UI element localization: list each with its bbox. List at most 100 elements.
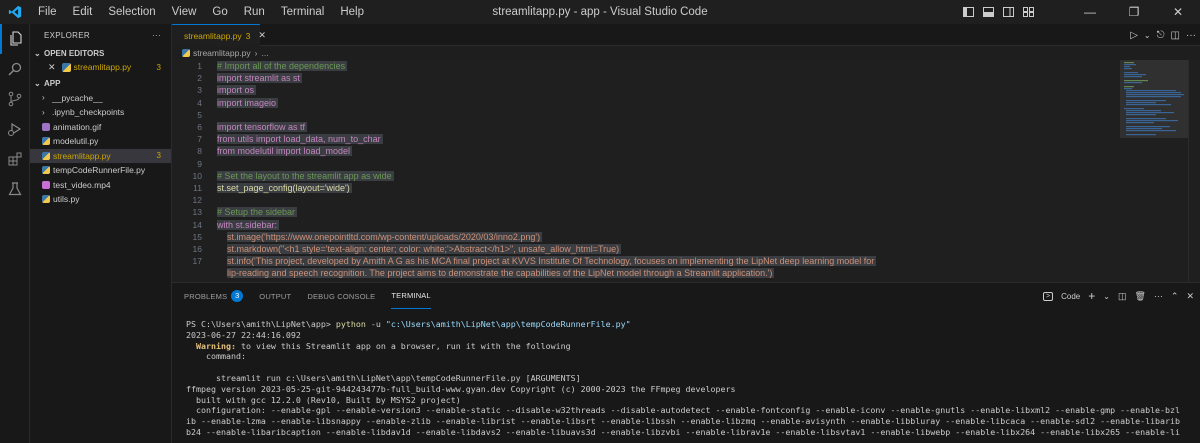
chevron-down-icon: ⌄ (34, 48, 41, 58)
tree-item-label: __pycache__ (52, 92, 103, 103)
python-file-icon (42, 151, 50, 160)
run-dropdown-icon[interactable]: ⌄ (1144, 31, 1151, 40)
minimap[interactable] (1120, 60, 1188, 282)
chevron-right-icon: › (42, 93, 45, 103)
kill-terminal-icon[interactable]: 🗑 (1134, 291, 1145, 302)
editor-tab-bar: streamlitapp.py 3 ✕ ▷ ⌄ ⎋ ◫ ··· (172, 24, 1200, 46)
menu-selection[interactable]: Selection (100, 0, 163, 24)
terminal-dropdown-icon[interactable]: ⌄ (1103, 292, 1110, 301)
tab-problems-count: 3 (245, 30, 251, 41)
toggle-primary-sidebar-icon[interactable] (958, 0, 978, 24)
code-line: 8 from modelutil import load_model (197, 146, 353, 157)
tree-item-label: modelutil.py (53, 136, 99, 147)
open-editors-section[interactable]: ⌄ OPEN EDITORS (30, 46, 171, 60)
explorer-icon[interactable] (0, 24, 30, 54)
menu-view[interactable]: View (164, 0, 205, 24)
tree-item-label: utils.py (53, 194, 80, 205)
tab-debug-console[interactable]: DEBUG CONSOLE (307, 283, 375, 309)
image-file-icon (42, 122, 50, 131)
menu-edit[interactable]: Edit (65, 0, 101, 24)
restore-icon[interactable]: ❐ (1112, 0, 1156, 24)
open-editor-label: streamlitapp.py (73, 62, 132, 73)
python-file-icon (42, 137, 50, 146)
menu-terminal[interactable]: Terminal (273, 0, 332, 24)
breadcrumb-file[interactable]: streamlitapp.py (193, 48, 251, 58)
tree-item-label: animation.gif (53, 121, 102, 132)
code-line: 17 st.info('This project, developed by Am… (192, 256, 877, 267)
terminal-path: "c:\Users\amith\LipNet\app\tempCodeRunne… (385, 319, 631, 329)
tree-item-utils[interactable]: utils.py (30, 192, 171, 207)
code-line: 13 # Setup the sidebar (192, 207, 298, 218)
terminal-line: streamlit run c:\Users\amith\LipNet\app\… (186, 372, 581, 383)
tab-label: streamlitapp.py (184, 30, 242, 41)
tab-problems[interactable]: PROBLEMS 3 (184, 283, 244, 309)
run-python-file-icon[interactable]: ▷ (1130, 30, 1138, 41)
split-terminal-icon[interactable]: ◫ (1118, 291, 1127, 302)
folder-section-app[interactable]: ⌄ APP (30, 77, 171, 91)
python-file-icon (61, 62, 71, 72)
terminal-shell-label[interactable]: Code (1061, 292, 1080, 301)
tab-output[interactable]: OUTPUT (259, 283, 291, 309)
folder-label: APP (44, 79, 61, 88)
breadcrumb-symbol[interactable]: ... (261, 48, 268, 58)
menu-file[interactable]: File (30, 0, 65, 24)
code-editor[interactable]: 1 # Import all of the dependencies 2 impor… (172, 60, 1120, 282)
tree-item-label: tempCodeRunnerFile.py (53, 165, 146, 176)
tab-problems-label: PROBLEMS (184, 291, 228, 301)
code-line: 3 import os (197, 85, 257, 96)
code-line: 11 st.set_page_config(layout='wide') (193, 183, 352, 194)
bottom-panel: PROBLEMS 3 OUTPUT DEBUG CONSOLE TERMINAL… (172, 282, 1200, 443)
video-file-icon (42, 180, 50, 189)
close-editor-icon[interactable]: ✕ (48, 62, 56, 73)
problems-count: 3 (156, 151, 161, 161)
python-file-icon (42, 195, 50, 204)
editor-vertical-scrollbar[interactable] (1188, 60, 1200, 282)
explorer-sidebar: EXPLORER ··· ⌄ OPEN EDITORS ✕ streamlita… (30, 24, 172, 443)
tree-item-animation-gif[interactable]: animation.gif (30, 120, 171, 135)
split-editor-icon[interactable]: ◫ (1171, 30, 1180, 41)
menu-run[interactable]: Run (236, 0, 273, 24)
explorer-title: EXPLORER (44, 30, 90, 40)
testing-icon[interactable] (0, 174, 30, 204)
menu-go[interactable]: Go (204, 0, 235, 24)
open-changes-icon[interactable]: ⎋ (1157, 30, 1165, 41)
search-icon[interactable] (0, 54, 30, 84)
customize-layout-icon[interactable] (1018, 0, 1038, 24)
terminal-output[interactable]: PS C:\Users\amith\LipNet\app> python -u … (186, 319, 1196, 438)
maximize-panel-icon[interactable]: ⌃ (1171, 291, 1179, 302)
toggle-secondary-sidebar-icon[interactable] (998, 0, 1018, 24)
tree-item-streamlitapp[interactable]: streamlitapp.py 3 (30, 148, 171, 163)
code-line: 6 import tensorflow as tf (197, 122, 308, 133)
more-actions-icon[interactable]: ··· (152, 31, 161, 40)
close-panel-icon[interactable]: ✕ (1186, 291, 1194, 302)
code-line: lip-reading and speech recognition. The … (227, 268, 775, 279)
close-icon[interactable]: ✕ (1156, 0, 1200, 24)
open-editor-item[interactable]: ✕ streamlitapp.py 3 (30, 60, 171, 75)
problems-count: 3 (156, 62, 161, 72)
tree-item-modelutil[interactable]: modelutil.py (30, 134, 171, 149)
tree-item-label: streamlitapp.py (53, 150, 111, 161)
source-control-icon[interactable] (0, 84, 30, 114)
python-file-icon (42, 166, 50, 175)
more-actions-icon[interactable]: ··· (1154, 291, 1163, 301)
close-tab-icon[interactable]: ✕ (258, 30, 266, 41)
tree-item-ipynb-checkpoints[interactable]: › .ipynb_checkpoints (30, 105, 171, 120)
new-terminal-icon[interactable]: + (1088, 289, 1095, 303)
menu-help[interactable]: Help (332, 0, 372, 24)
extensions-icon[interactable] (0, 144, 30, 174)
code-line: 2 import streamlit as st (197, 73, 303, 84)
chevron-right-icon: › (42, 107, 45, 117)
tree-item-tempcoderunnerfile[interactable]: tempCodeRunnerFile.py (30, 163, 171, 178)
tree-item-test-video[interactable]: test_video.mp4 (30, 178, 171, 193)
breadcrumb: streamlitapp.py › ... (172, 46, 1122, 60)
tab-streamlitapp[interactable]: streamlitapp.py 3 ✕ (172, 24, 266, 46)
more-actions-icon[interactable]: ··· (1186, 30, 1196, 41)
tree-item-pycache[interactable]: › __pycache__ (30, 91, 171, 106)
terminal-prompt: PS C:\Users\amith\LipNet\app> (186, 319, 336, 329)
minimize-icon[interactable]: — (1068, 0, 1112, 24)
code-line: 16 st.markdown("<h1 style='text-align: ce… (192, 244, 622, 255)
tab-terminal[interactable]: TERMINAL (391, 283, 431, 309)
terminal-line: built with gcc 12.2.0 (Rev10, Built by M… (186, 394, 461, 405)
toggle-panel-icon[interactable] (978, 0, 998, 24)
run-debug-icon[interactable] (0, 114, 30, 144)
